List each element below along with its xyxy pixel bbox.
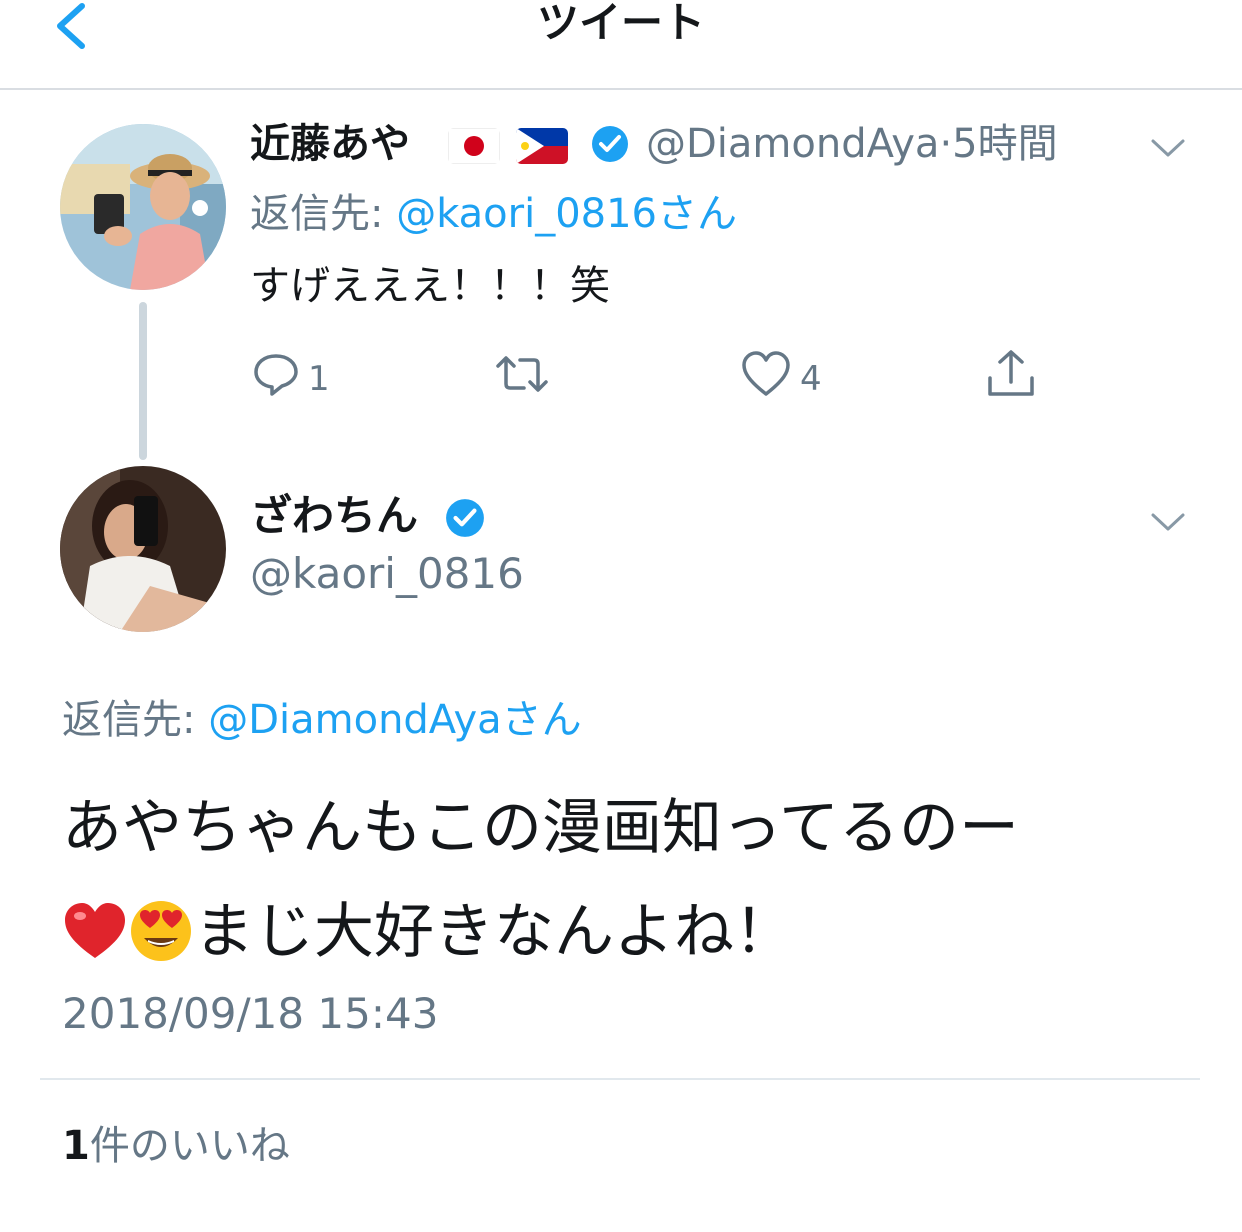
tweet-text-line1: あやちゃんもこの漫画知ってるのー bbox=[62, 793, 1019, 863]
tweet-meta: @DiamondAya·5時間 bbox=[646, 118, 1058, 170]
reply-button[interactable]: 1 bbox=[252, 350, 330, 407]
tweet-text-line2: まじ大好きなんよね！ bbox=[194, 897, 794, 967]
chevron-down-icon[interactable] bbox=[1150, 138, 1186, 158]
retweet-button[interactable] bbox=[494, 350, 558, 407]
share-icon bbox=[986, 348, 1036, 409]
page-title: ツイート bbox=[536, 0, 705, 47]
author-handle[interactable]: @kaori_0816 bbox=[250, 548, 524, 600]
like-count: 4 bbox=[800, 358, 822, 399]
retweet-icon bbox=[494, 350, 550, 407]
reply-to-link[interactable]: @DiamondAyaさん bbox=[208, 697, 581, 743]
verified-badge-icon bbox=[444, 497, 484, 537]
thread-connector bbox=[139, 302, 147, 460]
tweet-text: すげえええ！！！笑 bbox=[250, 263, 610, 309]
likes-summary[interactable]: 1件のいいね bbox=[62, 1120, 290, 1172]
reply-context: 返信先: @DiamondAyaさん bbox=[62, 694, 582, 746]
tweet-text: あやちゃんもこの漫画知ってるのー まじ大好きなんよね！ bbox=[62, 776, 1182, 984]
author-name[interactable]: 近藤あや bbox=[250, 118, 410, 170]
author-name[interactable]: ざわちん bbox=[250, 490, 418, 542]
likes-label: 件のいいね bbox=[89, 1123, 290, 1169]
likes-count: 1 bbox=[62, 1123, 90, 1169]
reply-prefix: 返信先: bbox=[250, 191, 397, 237]
divider bbox=[40, 1078, 1200, 1080]
heart-icon bbox=[740, 350, 792, 407]
meta-separator: · bbox=[939, 121, 953, 167]
tweet-text-line2-wrap: まじ大好きなんよね！ bbox=[62, 880, 1182, 984]
chevron-down-icon[interactable] bbox=[1150, 512, 1186, 532]
like-button[interactable]: 4 bbox=[740, 350, 822, 407]
avatar-diamondaya[interactable] bbox=[60, 124, 226, 290]
tweet-time[interactable]: 5時間 bbox=[952, 121, 1057, 167]
avatar-kaori[interactable] bbox=[60, 466, 226, 632]
reply-context: 返信先: @kaori_0816さん bbox=[250, 188, 737, 240]
reply-icon bbox=[252, 350, 300, 407]
reply-to-link[interactable]: @kaori_0816さん bbox=[396, 191, 737, 237]
share-button[interactable] bbox=[986, 348, 1036, 409]
reply-count: 1 bbox=[308, 358, 330, 399]
nav-bar: ツイート bbox=[0, 0, 1242, 90]
verified-badge-icon bbox=[590, 124, 630, 164]
japan-flag-icon bbox=[448, 128, 500, 164]
red-heart-emoji bbox=[62, 892, 128, 958]
heart-eyes-emoji bbox=[128, 892, 194, 961]
reply-prefix: 返信先: bbox=[62, 697, 209, 743]
philippines-flag-icon bbox=[516, 128, 568, 164]
tweet-timestamp: 2018/09/18 15:43 bbox=[62, 989, 439, 1038]
author-handle[interactable]: @DiamondAya bbox=[646, 121, 939, 167]
